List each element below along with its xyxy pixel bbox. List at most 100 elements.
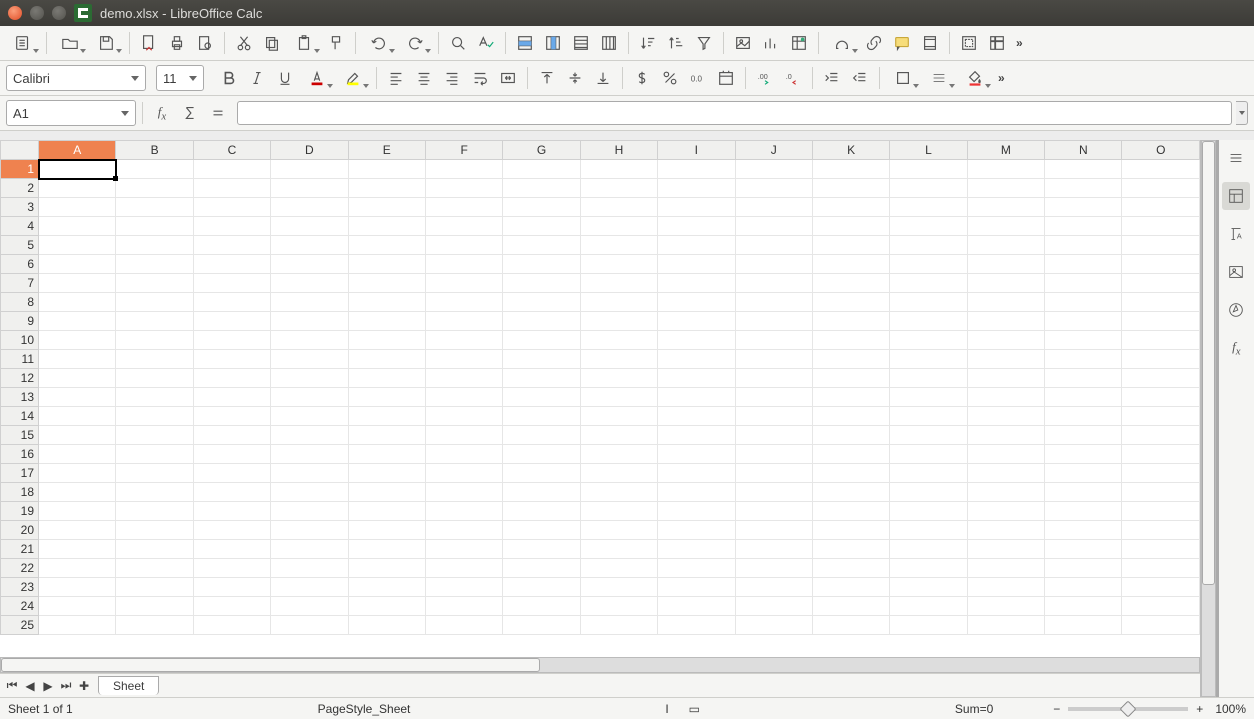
cell[interactable] [348, 540, 425, 559]
sort-asc-button[interactable] [635, 30, 661, 56]
print-button[interactable] [164, 30, 190, 56]
cell[interactable] [658, 540, 735, 559]
cell[interactable] [1045, 445, 1122, 464]
cell[interactable] [348, 179, 425, 198]
cell[interactable] [348, 578, 425, 597]
cell[interactable] [890, 616, 967, 635]
cell[interactable] [425, 179, 502, 198]
cell[interactable] [503, 464, 580, 483]
cell[interactable] [890, 236, 967, 255]
cell[interactable] [967, 160, 1044, 179]
cell[interactable] [1045, 198, 1122, 217]
cell[interactable] [812, 445, 889, 464]
window-maximize-button[interactable] [52, 6, 66, 20]
cell[interactable] [425, 483, 502, 502]
cell[interactable] [271, 426, 348, 445]
cell[interactable] [967, 255, 1044, 274]
cell[interactable] [348, 388, 425, 407]
cell[interactable] [580, 502, 657, 521]
cell[interactable] [425, 445, 502, 464]
cell[interactable] [580, 369, 657, 388]
cell[interactable] [658, 502, 735, 521]
cell[interactable] [116, 236, 193, 255]
cell[interactable] [812, 502, 889, 521]
row-header[interactable]: 10 [1, 331, 39, 350]
cell[interactable] [271, 502, 348, 521]
cell[interactable] [1122, 331, 1200, 350]
cell[interactable] [503, 540, 580, 559]
row-header[interactable]: 17 [1, 464, 39, 483]
cell[interactable] [348, 426, 425, 445]
cell[interactable] [967, 217, 1044, 236]
cell[interactable] [116, 445, 193, 464]
cell[interactable] [812, 407, 889, 426]
cell[interactable] [503, 198, 580, 217]
currency-button[interactable] [629, 65, 655, 91]
cell[interactable] [890, 578, 967, 597]
cell[interactable] [580, 293, 657, 312]
cell[interactable] [890, 521, 967, 540]
insert-columns-button[interactable] [596, 30, 622, 56]
cell[interactable] [193, 350, 270, 369]
cell[interactable] [812, 483, 889, 502]
function-wizard-button[interactable]: fx [149, 100, 175, 126]
cell[interactable] [116, 217, 193, 236]
align-vcenter-button[interactable] [562, 65, 588, 91]
cell[interactable] [348, 464, 425, 483]
cell[interactable] [1122, 198, 1200, 217]
cell[interactable] [503, 559, 580, 578]
row-header[interactable]: 22 [1, 559, 39, 578]
cell[interactable] [39, 464, 116, 483]
cell[interactable] [735, 559, 812, 578]
freeze-panes-button[interactable] [984, 30, 1010, 56]
wrap-text-button[interactable] [467, 65, 493, 91]
cell[interactable] [1045, 597, 1122, 616]
cell[interactable] [425, 597, 502, 616]
cell[interactable] [812, 236, 889, 255]
cell[interactable] [890, 445, 967, 464]
cell[interactable] [503, 502, 580, 521]
row-header[interactable]: 23 [1, 578, 39, 597]
vertical-scrollbar[interactable] [1201, 140, 1216, 697]
cell[interactable] [812, 198, 889, 217]
cell[interactable] [503, 312, 580, 331]
cell[interactable] [348, 521, 425, 540]
redo-button[interactable] [398, 30, 432, 56]
cell[interactable] [193, 426, 270, 445]
column-header[interactable]: I [658, 141, 735, 160]
cell[interactable] [348, 274, 425, 293]
cell[interactable] [1045, 217, 1122, 236]
cell[interactable] [812, 597, 889, 616]
selection-mode-icon[interactable]: ▭ [679, 702, 710, 716]
cell[interactable] [193, 179, 270, 198]
cell[interactable] [503, 217, 580, 236]
cell[interactable] [967, 502, 1044, 521]
cell[interactable] [658, 483, 735, 502]
gallery-panel-icon[interactable] [1222, 258, 1250, 286]
cell[interactable] [967, 597, 1044, 616]
cell[interactable] [967, 407, 1044, 426]
cell[interactable] [39, 502, 116, 521]
cell[interactable] [39, 369, 116, 388]
zoom-slider[interactable] [1068, 707, 1188, 711]
cell[interactable] [193, 464, 270, 483]
cell[interactable] [1045, 331, 1122, 350]
add-decimal-button[interactable]: .00 [752, 65, 778, 91]
status-sum[interactable]: Sum=0 [955, 702, 993, 716]
save-button[interactable] [89, 30, 123, 56]
cell[interactable] [812, 274, 889, 293]
cell[interactable] [425, 559, 502, 578]
zoom-out-button[interactable]: − [1053, 702, 1060, 716]
cell[interactable] [890, 312, 967, 331]
cell[interactable] [890, 331, 967, 350]
sidebar-settings-icon[interactable] [1222, 144, 1250, 172]
cell[interactable] [580, 426, 657, 445]
cell[interactable] [193, 616, 270, 635]
cell[interactable] [1122, 445, 1200, 464]
cell[interactable] [39, 274, 116, 293]
cell[interactable] [193, 445, 270, 464]
underline-button[interactable] [272, 65, 298, 91]
cell[interactable] [503, 274, 580, 293]
cell[interactable] [193, 274, 270, 293]
row-header[interactable]: 8 [1, 293, 39, 312]
